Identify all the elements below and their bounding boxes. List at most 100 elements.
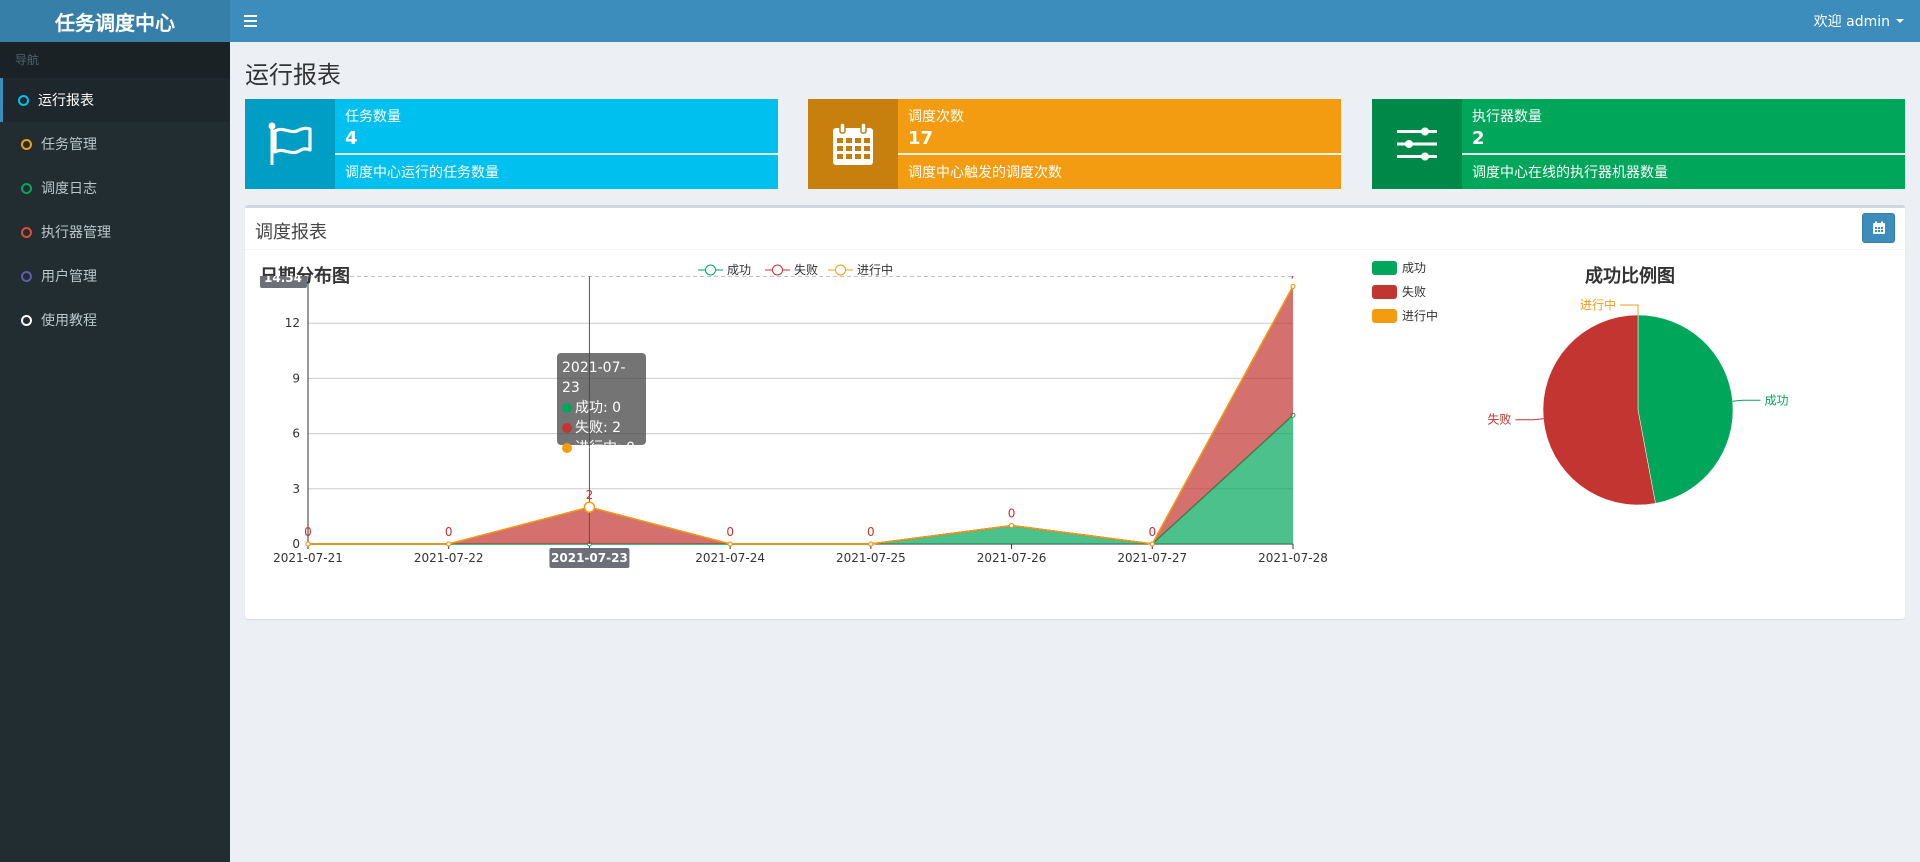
circle-icon [21,314,32,326]
axis-pointer-x-label: 2021-07-23 [551,551,628,565]
infobox-value: 4 [345,128,358,149]
infobox-executor-count: 执行器数量 2 调度中心在线的执行器机器数量 [1372,99,1905,189]
sidebar-item-logs[interactable]: 调度日志 [0,166,230,210]
caret-down-icon [1896,19,1904,23]
data-point [1290,283,1296,289]
infobox-description: 调度中心运行的任务数量 [345,165,499,181]
data-label: 0 [867,525,875,539]
data-point [305,541,311,547]
infobox-trigger-count: 调度次数 17 调度中心触发的调度次数 [808,99,1341,189]
chart-tooltip: 2021-07-23 成功: 0 失败: 2 进行中: 0 [557,353,646,456]
data-label: 0 [1148,525,1156,539]
sidebar-toggle-icon[interactable] [244,10,266,32]
infobox-label: 任务数量 [345,109,401,125]
sidebar-item-label: 运行报表 [38,93,94,109]
x-tick-label: 2021-07-28 [1258,551,1328,565]
page-title: 运行报表 [245,61,341,89]
legend-label: 进行中 [1402,309,1439,323]
area-1 [308,286,1293,544]
line-chart[interactable]: 036912152021-07-212021-07-222021-07-2320… [245,276,1345,618]
pie-label-line [1515,418,1544,421]
legend-swatch-icon [1372,260,1397,275]
flag-icon [245,99,335,189]
pie-label: 失败 [1487,412,1511,427]
x-tick-label: 2021-07-22 [414,551,484,565]
hover-point [583,501,596,513]
data-point [446,541,452,547]
x-tick-label: 2021-07-26 [977,551,1047,565]
pie-legend-fail[interactable]: 失败 [1372,283,1426,300]
pie-chart-title: 成功比例图 [1585,266,1675,287]
sidebar-item-jobs[interactable]: 任务管理 [0,122,230,166]
top-navbar: 欢迎 admin [230,0,1920,42]
area-2 [308,286,1293,544]
calendar-icon [808,99,898,189]
pie-slice [1637,314,1734,504]
dot-icon [562,443,572,453]
area-0 [308,415,1293,544]
sidebar-item-executors[interactable]: 执行器管理 [0,210,230,254]
app-title: 任务调度中心 [55,10,175,35]
infobox-label: 执行器数量 [1472,109,1542,125]
pie-label: 进行中 [1580,298,1616,312]
data-point [1149,541,1155,547]
data-label: 0 [726,525,734,539]
y-tick-label: 12 [285,316,300,330]
pie-label-line [1620,304,1639,315]
pie-chart[interactable]: 成功失败 进行中 [1475,298,1805,528]
user-menu[interactable]: 欢迎 admin [1814,0,1904,42]
infobox-description: 调度中心触发的调度次数 [908,165,1062,181]
data-label: 0 [445,525,453,539]
sidebar-item-help[interactable]: 使用教程 [0,298,230,342]
tooltip-row: 成功: 0 [575,400,622,416]
date-range-button[interactable] [1862,213,1895,243]
sidebar-item-label: 执行器管理 [41,225,111,241]
series-line [308,286,1294,545]
sidebar-item-label: 调度日志 [41,181,97,197]
infobox-job-count: 任务数量 4 调度中心运行的任务数量 [245,99,778,189]
series-line [308,414,1294,545]
x-tick-label: 2021-07-25 [836,551,906,565]
infobox-divider [335,153,778,155]
x-tick-label: 2021-07-21 [273,551,343,565]
legend-label: 成功 [1402,261,1427,275]
x-tick-label: 2021-07-27 [1117,551,1187,565]
y-tick-label: 6 [292,427,300,441]
pie-legend-running[interactable]: 进行中 [1372,307,1438,324]
pie-legend-success[interactable]: 成功 [1372,259,1426,276]
series-line [308,286,1294,545]
pie-label-line [1732,399,1761,402]
tooltip-date: 2021-07-23 [562,360,626,396]
infobox-description: 调度中心在线的执行器机器数量 [1472,165,1668,181]
legend-label: 失败 [1402,285,1427,299]
sidebar-item-label: 用户管理 [41,269,97,285]
sidebar-item-label: 任务管理 [41,137,97,153]
sidebar-item-report[interactable]: 运行报表 [0,78,230,122]
tooltip-row: 失败: 2 [575,420,622,436]
x-tick-label: 2021-07-24 [695,551,765,565]
legend-marker-icon [765,264,790,275]
report-panel-header: 调度报表 [245,208,1905,250]
infobox-label: 调度次数 [908,109,964,125]
legend-marker-icon [698,264,723,275]
y-tick-label: 3 [292,482,300,496]
circle-icon [21,270,32,282]
data-label: 7 [1289,276,1297,281]
y-tick-label: 9 [292,371,300,385]
sidebar-item-users[interactable]: 用户管理 [0,254,230,298]
tooltip-row: 进行中: 0 [575,440,636,456]
sidebar: 导航 运行报表 任务管理 调度日志 执行器管理 用户管理 使用教程 [0,42,230,862]
y-tick-label: 0 [292,537,300,551]
report-panel: 调度报表 日期分布图 成功 失败 进行中 036912152021-07-212… [245,205,1905,619]
axis-pointer-y-label: 14.54 [264,276,302,285]
infobox-divider [1462,153,1905,155]
legend-swatch-icon [1372,284,1397,299]
app-logo[interactable]: 任务调度中心 [0,0,230,42]
sliders-icon [1372,99,1462,189]
legend-marker-icon [828,264,853,275]
circle-icon [21,226,32,238]
dot-icon [562,403,572,413]
sidebar-item-label: 使用教程 [41,313,97,329]
dot-icon [562,423,572,433]
data-label: 0 [1008,507,1016,521]
